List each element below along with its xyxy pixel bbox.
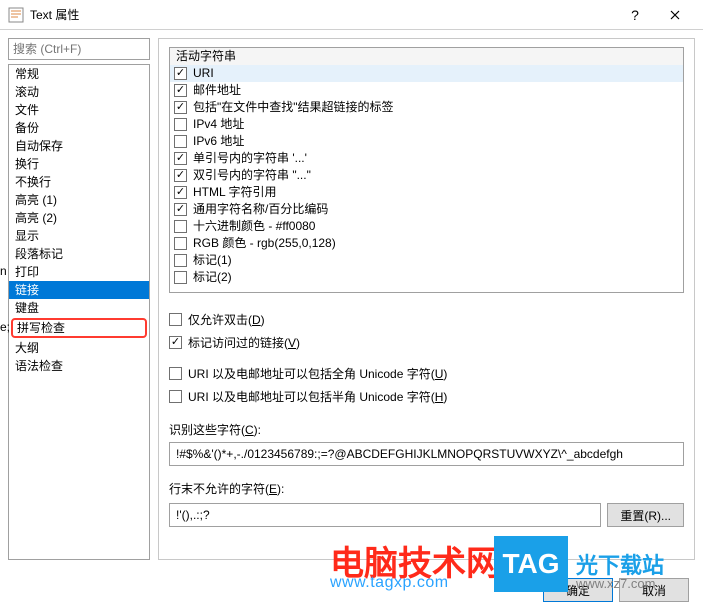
recognize-label: 识别这些字符(C): [169,421,684,438]
checklist-item[interactable]: 标记(1) [170,252,683,269]
checklist-item-label: URI [193,65,214,82]
checkbox-icon[interactable] [174,118,187,131]
checkbox-icon[interactable] [174,271,187,284]
checklist-item[interactable]: HTML 字符引用 [170,184,683,201]
nav-list[interactable]: 常规滚动文件备份自动保存换行不换行高亮 (1)高亮 (2)显示段落标记打印链接键… [8,64,150,560]
opt-dblclick-label: 仅允许双击(D) [188,311,265,328]
checklist-item-label: 标记(1) [193,252,232,269]
help-button[interactable]: ? [615,1,655,29]
nav-item[interactable]: 拼写检查 [11,318,147,338]
settings-panel: 活动字符串URI邮件地址包括"在文件中查找"结果超链接的标签IPv4 地址IPv… [158,38,695,560]
app-icon [8,7,24,23]
nav-item[interactable]: 显示 [9,227,149,245]
recognize-input[interactable] [169,442,684,466]
cancel-button[interactable]: 取消 [619,578,689,602]
opt-halfwidth[interactable]: URI 以及电邮地址可以包括半角 Unicode 字符(H) [169,388,684,405]
checkbox-icon[interactable] [174,203,187,216]
checklist-item-label: 十六进制颜色 - #ff0080 [193,218,316,235]
checklist-item-label: IPv6 地址 [193,133,244,150]
checkbox-icon[interactable] [174,220,187,233]
opt-visited[interactable]: 标记访问过的链接(V) [169,334,684,351]
ok-button[interactable]: 确定 [543,578,613,602]
checklist-item-label: 单引号内的字符串 '...' [193,150,307,167]
checklist-item[interactable]: 单引号内的字符串 '...' [170,150,683,167]
checklist-item-label: HTML 字符引用 [193,184,277,201]
nav-item[interactable]: 高亮 (1) [9,191,149,209]
checkbox-icon[interactable] [169,390,182,403]
checkbox-icon[interactable] [174,237,187,250]
checklist-item[interactable]: RGB 颜色 - rgb(255,0,128) [170,235,683,252]
nav-item[interactable]: 自动保存 [9,137,149,155]
checkbox-icon[interactable] [174,152,187,165]
checklist-item[interactable]: IPv4 地址 [170,116,683,133]
nav-item[interactable]: 常规 [9,65,149,83]
checkbox-icon[interactable] [169,367,182,380]
checklist-item[interactable]: IPv6 地址 [170,133,683,150]
disallow-input[interactable] [169,503,601,527]
checklist-heading: 活动字符串 [170,48,683,65]
disallow-label: 行末不允许的字符(E): [169,480,684,497]
search-input[interactable] [8,38,150,60]
body-area: 常规滚动文件备份自动保存换行不换行高亮 (1)高亮 (2)显示段落标记打印链接键… [0,30,703,568]
checklist-item[interactable]: 标记(2) [170,269,683,286]
checklist-item-label: 包括"在文件中查找"结果超链接的标签 [193,99,394,116]
checklist-item[interactable]: 双引号内的字符串 "..." [170,167,683,184]
checkbox-icon[interactable] [174,169,187,182]
edge-chars: ne; [0,264,10,334]
checklist-item-label: 通用字符名称/百分比编码 [193,201,328,218]
checkbox-icon[interactable] [174,135,187,148]
checkbox-icon[interactable] [174,67,187,80]
checkbox-icon[interactable] [174,186,187,199]
checklist-item-label: IPv4 地址 [193,116,244,133]
opt-halfwidth-label: URI 以及电邮地址可以包括半角 Unicode 字符(H) [188,388,447,405]
checklist-item[interactable]: 邮件地址 [170,82,683,99]
nav-item[interactable]: 打印 [9,263,149,281]
opt-visited-label: 标记访问过的链接(V) [188,334,300,351]
checklist-item[interactable]: 包括"在文件中查找"结果超链接的标签 [170,99,683,116]
nav-item[interactable]: 语法检查 [9,357,149,375]
footer-buttons: 确定 取消 [543,578,689,602]
opt-fullwidth[interactable]: URI 以及电邮地址可以包括全角 Unicode 字符(U) [169,365,684,382]
left-column: 常规滚动文件备份自动保存换行不换行高亮 (1)高亮 (2)显示段落标记打印链接键… [8,38,150,560]
reset-button[interactable]: 重置(R)... [607,503,684,527]
window-title: Text 属性 [30,6,615,23]
nav-item[interactable]: 大纲 [9,339,149,357]
nav-item[interactable]: 滚动 [9,83,149,101]
opt-dblclick[interactable]: 仅允许双击(D) [169,311,684,328]
nav-item[interactable]: 高亮 (2) [9,209,149,227]
checklist-item[interactable]: URI [170,65,683,82]
checklist-item-label: 双引号内的字符串 "..." [193,167,311,184]
checkbox-icon[interactable] [169,313,182,326]
titlebar: Text 属性 ? [0,0,703,30]
checklist-item[interactable]: 通用字符名称/百分比编码 [170,201,683,218]
checklist-item-label: 标记(2) [193,269,232,286]
nav-item[interactable]: 键盘 [9,299,149,317]
checkbox-icon[interactable] [174,84,187,97]
checkbox-icon[interactable] [174,254,187,267]
nav-item[interactable]: 不换行 [9,173,149,191]
checklist-item-label: 邮件地址 [193,82,241,99]
checkbox-icon[interactable] [174,101,187,114]
watermark-url-1: www.tagxp.com [330,574,449,592]
nav-item[interactable]: 链接 [9,281,149,299]
checklist-item[interactable]: 十六进制颜色 - #ff0080 [170,218,683,235]
opt-fullwidth-label: URI 以及电邮地址可以包括全角 Unicode 字符(U) [188,365,447,382]
nav-item[interactable]: 段落标记 [9,245,149,263]
nav-item[interactable]: 换行 [9,155,149,173]
options-group: 仅允许双击(D) 标记访问过的链接(V) URI 以及电邮地址可以包括全角 Un… [169,305,684,411]
close-button[interactable] [655,1,695,29]
nav-item[interactable]: 文件 [9,101,149,119]
nav-item[interactable]: 备份 [9,119,149,137]
checklist-item-label: RGB 颜色 - rgb(255,0,128) [193,235,336,252]
checkbox-icon[interactable] [169,336,182,349]
checklist[interactable]: 活动字符串URI邮件地址包括"在文件中查找"结果超链接的标签IPv4 地址IPv… [169,47,684,293]
